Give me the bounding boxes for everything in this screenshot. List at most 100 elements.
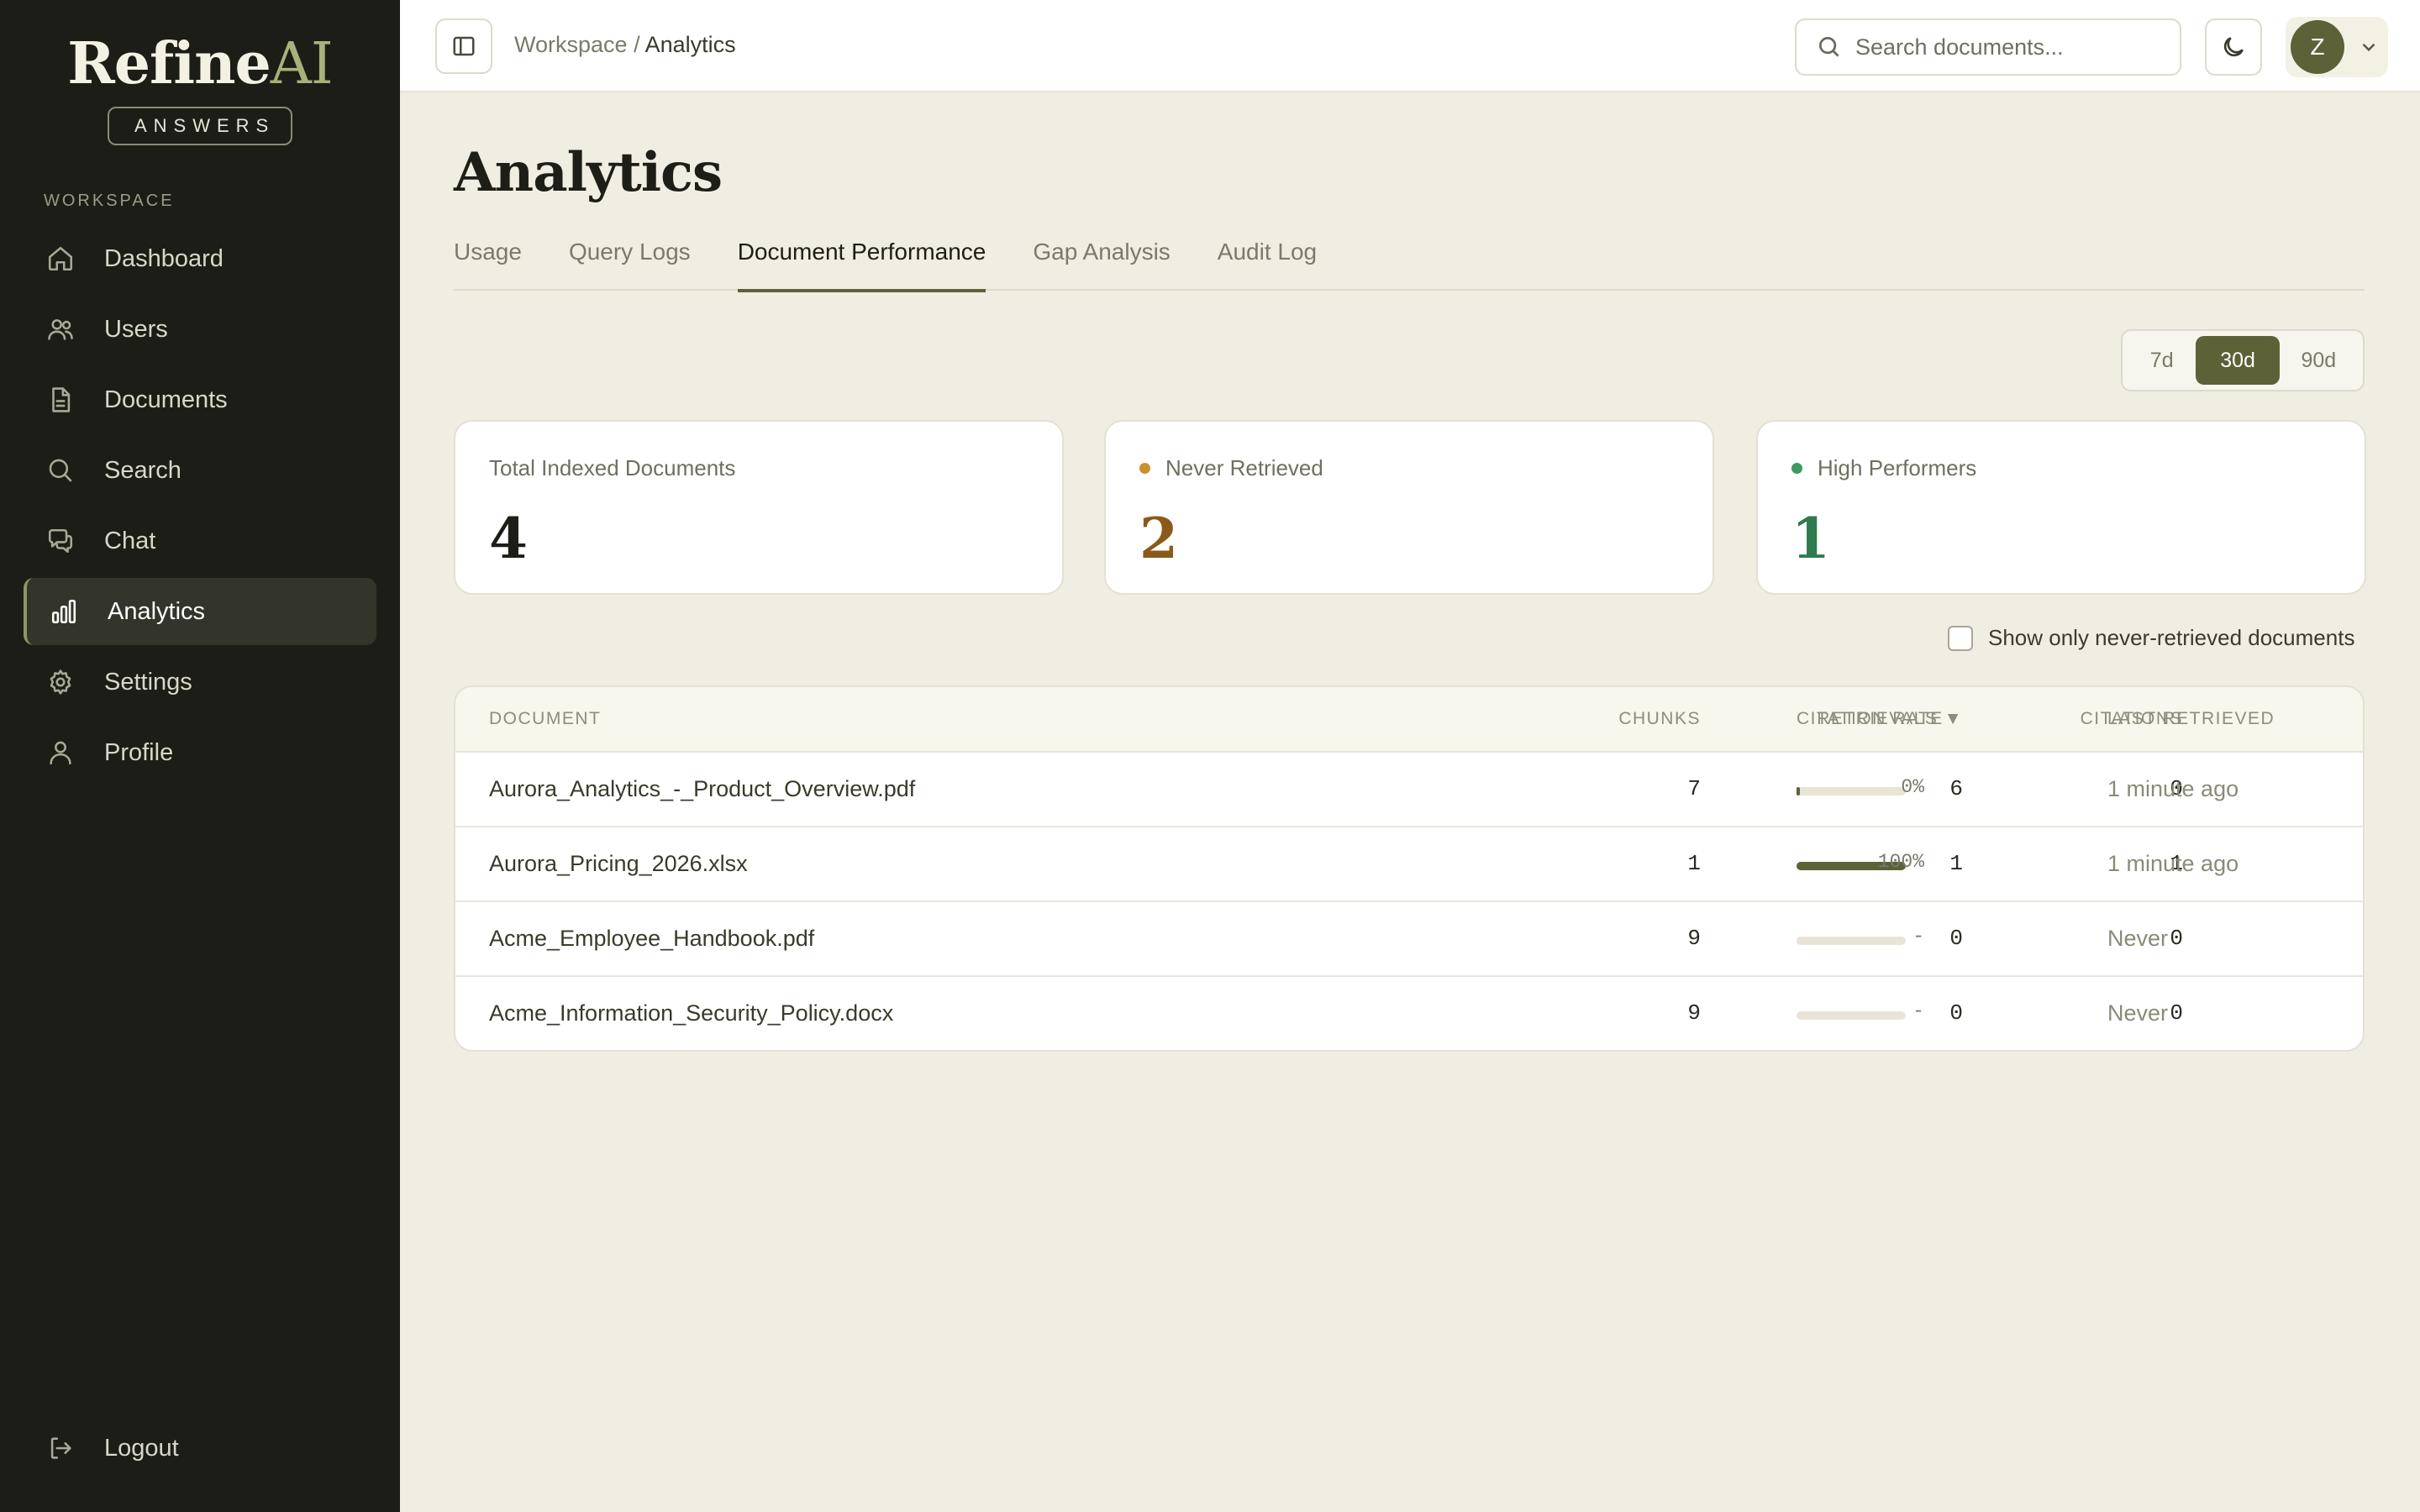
column-header-citation-rate[interactable]: CITATION RATE [1797, 709, 1944, 729]
document-name[interactable]: Aurora_Pricing_2026.xlsx [489, 851, 748, 877]
range-7d-button[interactable]: 7d [2128, 336, 2196, 385]
search-box[interactable] [1795, 18, 2181, 76]
stat-label-row: Never Retrieved [1139, 455, 1323, 481]
brand-name: RefineAI [67, 30, 334, 97]
last-retrieved-value: Never [2107, 1000, 2169, 1026]
sidebar-nav: Dashboard Users Documents Search Chat An… [24, 225, 376, 790]
stat-value: 1 [1791, 506, 1830, 571]
table-row[interactable]: Acme_Employee_Handbook.pdf 9 0 0- Never [455, 902, 2363, 977]
sidebar-item-chat[interactable]: Chat [24, 507, 376, 575]
table-row[interactable]: Aurora_Analytics_-_Product_Overview.pdf 7… [455, 753, 2363, 827]
citation-rate-value: 100% [1877, 851, 1924, 873]
sidebar-item-label: Documents [104, 386, 228, 413]
status-dot-icon [1791, 463, 1802, 474]
avatar: Z [2291, 20, 2344, 74]
tab-audit-log[interactable]: Audit Log [1218, 234, 1317, 291]
column-header-chunks[interactable]: CHUNKS [1539, 709, 1701, 729]
breadcrumb: Workspace / Analytics [514, 32, 736, 58]
citation-rate-bar-fill [1797, 787, 1800, 795]
table-header: DOCUMENT CHUNKS RETRIEVALS ▼ CITATIONS C… [455, 687, 2363, 753]
last-retrieved-value: 1 minute ago [2107, 776, 2239, 801]
logout-label: Logout [104, 1434, 179, 1462]
table-row[interactable]: Acme_Information_Security_Policy.docx 9 0 0… [455, 977, 2363, 1050]
document-name[interactable]: Aurora_Analytics_-_Product_Overview.pdf [489, 776, 915, 802]
page-title: Analytics [454, 141, 723, 204]
stat-label: Never Retrieved [1165, 455, 1323, 480]
column-header-last-retrieved[interactable]: LAST RETRIEVED [2107, 709, 2275, 729]
sidebar-item-settings[interactable]: Settings [24, 648, 376, 716]
table-body: Aurora_Analytics_-_Product_Overview.pdf 7… [455, 753, 2363, 1050]
column-header-document[interactable]: DOCUMENT [489, 709, 601, 729]
tab-document-performance[interactable]: Document Performance [737, 234, 986, 292]
document-performance-table: DOCUMENT CHUNKS RETRIEVALS ▼ CITATIONS C… [454, 685, 2365, 1052]
sidebar: RefineAI ANSWERS WORKSPACE Dashboard Use… [0, 0, 400, 1512]
user-icon [44, 736, 77, 769]
breadcrumb-separator: / [634, 32, 640, 57]
stat-value: 4 [489, 506, 528, 571]
sidebar-item-documents[interactable]: Documents [24, 366, 376, 433]
chunks-value: 7 [1687, 776, 1701, 801]
home-icon [44, 242, 77, 276]
user-menu[interactable]: Z [2286, 17, 2388, 77]
sidebar-item-label: Chat [104, 527, 156, 554]
stat-value: 2 [1139, 506, 1178, 571]
logout-button[interactable]: Logout [24, 1415, 376, 1482]
last-retrieved-value: 1 minute ago [2107, 851, 2239, 876]
brand-logo[interactable]: RefineAI ANSWERS [0, 30, 400, 145]
filter-label: Show only never-retrieved documents [1988, 625, 2355, 650]
document-name[interactable]: Acme_Information_Security_Policy.docx [489, 1000, 893, 1026]
sidebar-section-label: WORKSPACE [44, 192, 175, 210]
sidebar-item-label: Users [104, 315, 168, 343]
search-icon [1819, 37, 1839, 57]
time-range-selector: 7d 30d 90d [2121, 329, 2365, 391]
never-retrieved-checkbox[interactable] [1948, 625, 1973, 651]
sidebar-item-profile[interactable]: Profile [24, 719, 376, 786]
brand-tagline: ANSWERS [108, 107, 292, 145]
sidebar-toggle-button[interactable] [435, 18, 492, 74]
tab-gap-analysis[interactable]: Gap Analysis [1033, 234, 1170, 291]
sidebar-item-label: Search [104, 456, 182, 484]
panel-toggle-icon [453, 36, 475, 56]
stat-label: Total Indexed Documents [489, 455, 736, 480]
document-name[interactable]: Acme_Employee_Handbook.pdf [489, 926, 814, 952]
gear-icon [44, 665, 77, 699]
never-retrieved-filter[interactable]: Show only never-retrieved documents [1948, 625, 2354, 651]
chunks-value: 1 [1687, 851, 1701, 876]
breadcrumb-current: Analytics [644, 32, 736, 57]
sidebar-item-analytics[interactable]: Analytics [24, 578, 376, 645]
chevron-down-icon [2362, 43, 2375, 52]
stat-card-total-documents: Total Indexed Documents 4 [454, 420, 1064, 595]
topbar: Workspace / Analytics Z [400, 0, 2420, 92]
theme-toggle-button[interactable] [2205, 18, 2262, 76]
citation-rate-value: 0% [1901, 776, 1924, 798]
chunks-value: 9 [1687, 1000, 1701, 1026]
sidebar-item-search[interactable]: Search [24, 437, 376, 504]
sidebar-item-label: Profile [104, 738, 174, 766]
range-30d-button[interactable]: 30d [2196, 336, 2280, 385]
tab-usage[interactable]: Usage [454, 234, 522, 291]
sidebar-item-dashboard[interactable]: Dashboard [24, 225, 376, 292]
stat-card-high-performers: High Performers 1 [1756, 420, 2366, 595]
citation-rate-value: - [1912, 926, 1924, 948]
last-retrieved-value: Never [2107, 926, 2169, 951]
sidebar-item-label: Analytics [108, 597, 206, 625]
logout-section: Logout [24, 1415, 376, 1485]
citation-rate-value: - [1912, 1000, 1924, 1022]
chunks-value: 9 [1687, 926, 1701, 951]
bar-chart-icon [47, 595, 81, 628]
document-icon [44, 383, 77, 417]
sidebar-item-label: Dashboard [104, 244, 224, 272]
search-input[interactable] [1855, 34, 2175, 60]
stat-label-row: High Performers [1791, 455, 1976, 481]
breadcrumb-parent[interactable]: Workspace [514, 32, 628, 57]
chat-icon [44, 524, 77, 558]
status-dot-icon [1139, 463, 1150, 474]
logout-icon [44, 1431, 77, 1465]
stat-label: High Performers [1818, 455, 1977, 480]
range-90d-button[interactable]: 90d [2280, 336, 2358, 385]
tab-query-logs[interactable]: Query Logs [569, 234, 691, 291]
sidebar-item-users[interactable]: Users [24, 296, 376, 363]
analytics-tabs: Usage Query Logs Document Performance Ga… [454, 234, 2365, 292]
users-icon [44, 312, 77, 346]
table-row[interactable]: Aurora_Pricing_2026.xlsx 1 1 1 100% 1 minute … [455, 827, 2363, 902]
